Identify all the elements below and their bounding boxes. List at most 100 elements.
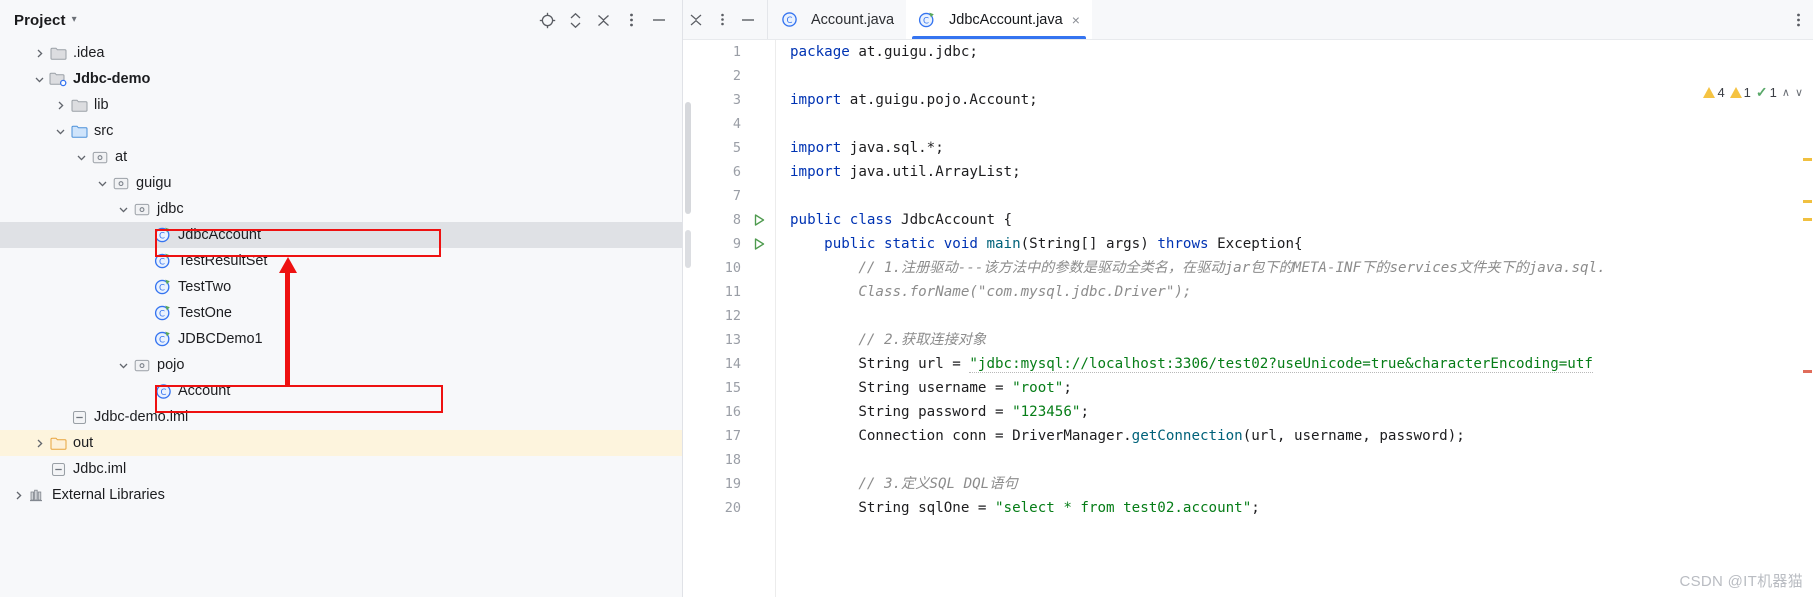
tree-item-guigu[interactable]: guigu xyxy=(0,170,682,196)
tree-item-pojo[interactable]: pojo xyxy=(0,352,682,378)
tree-item-jdbc-demo[interactable]: Jdbc-demo xyxy=(0,66,682,92)
chevron-right-icon[interactable] xyxy=(33,47,46,60)
tree-item-label: TestResultSet xyxy=(178,253,268,269)
code-line[interactable]: // 1.注册驱动---该方法中的参数是驱动全类名，在驱动jar包下的META-… xyxy=(790,256,1813,280)
class-icon: C xyxy=(154,382,172,400)
project-tree[interactable]: .idea Jdbc-demo lib src at guigu jdbc C JdbcAcco… xyxy=(0,40,682,597)
code-line[interactable] xyxy=(790,64,1813,88)
editor-tab-account-java[interactable]: C Account.java xyxy=(768,0,906,39)
tree-item-lib[interactable]: lib xyxy=(0,92,682,118)
code-line[interactable]: import at.guigu.pojo.Account; xyxy=(790,88,1813,112)
gutter-blank xyxy=(747,496,771,520)
code-line[interactable]: String username = "root"; xyxy=(790,376,1813,400)
tree-item-external-libraries[interactable]: External Libraries xyxy=(0,482,682,508)
chevron-down-icon[interactable] xyxy=(117,203,130,216)
code-token: Class.forName("com.mysql.jdbc.Driver"); xyxy=(790,284,1192,300)
expand-collapse-icon[interactable] xyxy=(562,7,588,33)
chevron-down-icon[interactable]: ▾ xyxy=(72,15,77,25)
close-icon[interactable]: × xyxy=(1072,13,1080,27)
minimize-icon[interactable] xyxy=(735,7,761,33)
gutter-blank xyxy=(747,184,771,208)
svg-text:C: C xyxy=(159,284,165,294)
code-line[interactable]: public static void main(String[] args) t… xyxy=(790,232,1813,256)
run-line-icon[interactable] xyxy=(747,208,771,232)
code-line[interactable] xyxy=(790,184,1813,208)
code-token: Exception{ xyxy=(1217,236,1303,252)
code-line[interactable]: String password = "123456"; xyxy=(790,400,1813,424)
next-problem-icon[interactable]: ∨ xyxy=(1795,86,1803,99)
tree-item-jdbc-iml[interactable]: Jdbc.iml xyxy=(0,456,682,482)
code-line[interactable]: public class JdbcAccount { xyxy=(790,208,1813,232)
code-line[interactable] xyxy=(790,112,1813,136)
gutter-blank xyxy=(747,280,771,304)
locate-target-icon[interactable] xyxy=(534,7,560,33)
code-line[interactable]: import java.sql.*; xyxy=(790,136,1813,160)
prev-problem-icon[interactable]: ∧ xyxy=(1782,86,1790,99)
tree-item-jdbcaccount[interactable]: C JdbcAccount xyxy=(0,222,682,248)
code-line[interactable]: // 2.获取连接对象 xyxy=(790,328,1813,352)
chevron-right-icon[interactable] xyxy=(12,489,25,502)
code-token: "jdbc:mysql://localhost:3306/test02?useU… xyxy=(969,356,1593,373)
project-tool-window: Project ▾ .idea Jdbc-demo lib src at guigu jdb… xyxy=(0,0,683,597)
editor-tab-jdbcaccount-java[interactable]: C JdbcAccount.java × xyxy=(906,0,1092,39)
code-line[interactable]: Connection conn = DriverManager.getConne… xyxy=(790,424,1813,448)
chevron-right-icon[interactable] xyxy=(33,437,46,450)
code-editor[interactable]: 1 2 3 4 5 6 7 8 9 10 11 12 13 14 15 16 17 18 19 20 package … xyxy=(683,40,1813,597)
code-line[interactable]: String sqlOne = "select * from test02.ac… xyxy=(790,496,1813,520)
chevron-down-icon[interactable] xyxy=(75,151,88,164)
minimize-icon[interactable] xyxy=(646,7,672,33)
gutter-blank xyxy=(747,352,771,376)
tree-item-jdbcdemo1[interactable]: C JDBCDemo1 xyxy=(0,326,682,352)
tree-item-out[interactable]: out xyxy=(0,430,682,456)
code-token: ; xyxy=(1063,380,1072,396)
code-line[interactable] xyxy=(790,448,1813,472)
run-line-icon[interactable] xyxy=(747,232,771,256)
breakpoint-gutter[interactable] xyxy=(683,40,695,597)
class-icon: C xyxy=(780,11,798,29)
tree-item-testresultset[interactable]: C TestResultSet xyxy=(0,248,682,274)
gutter-blank xyxy=(747,304,771,328)
chevron-down-icon[interactable] xyxy=(33,73,46,86)
tree-item-account[interactable]: C Account xyxy=(0,378,682,404)
code-line[interactable]: import java.util.ArrayList; xyxy=(790,160,1813,184)
ok-badge[interactable]: ✓ 1 xyxy=(1756,84,1777,101)
chevron-down-icon[interactable] xyxy=(117,359,130,372)
tree-item-testone[interactable]: C TestOne xyxy=(0,300,682,326)
tree-item-jdbc-demo-iml[interactable]: Jdbc-demo.iml xyxy=(0,404,682,430)
more-icon[interactable] xyxy=(709,7,735,33)
code-line[interactable] xyxy=(790,304,1813,328)
libraries-icon xyxy=(28,486,46,504)
run-gutter[interactable] xyxy=(747,40,771,597)
chevron-down-icon[interactable] xyxy=(54,125,67,138)
code-token: getConnection xyxy=(1131,428,1243,444)
code-line[interactable]: String url = "jdbc:mysql://localhost:330… xyxy=(790,352,1813,376)
warning-badge[interactable]: 4 xyxy=(1703,85,1725,100)
chevron-down-icon[interactable] xyxy=(96,177,109,190)
editor-tabbar: C Account.java C JdbcAccount.java × xyxy=(683,0,1813,40)
chevron-right-icon[interactable] xyxy=(54,99,67,112)
tree-item-at[interactable]: at xyxy=(0,144,682,170)
code-content[interactable]: package at.guigu.jdbc; import at.guigu.po… xyxy=(776,40,1813,597)
collapse-icon[interactable] xyxy=(683,7,709,33)
gutter-blank xyxy=(747,136,771,160)
code-line[interactable]: // 3.定义SQL DQL语句 xyxy=(790,472,1813,496)
tree-item-testtwo[interactable]: C TestTwo xyxy=(0,274,682,300)
code-token: ; xyxy=(1080,404,1089,420)
tree-item-jdbc[interactable]: jdbc xyxy=(0,196,682,222)
more-options-icon[interactable] xyxy=(618,7,644,33)
tree-item-label: Jdbc.iml xyxy=(73,461,127,477)
gutter-blank xyxy=(747,64,771,88)
code-line[interactable]: // Class.forName("com.mysql.jdbc.Driver"… xyxy=(790,280,1813,304)
collapse-all-icon[interactable] xyxy=(590,7,616,33)
code-line[interactable]: package at.guigu.jdbc; xyxy=(790,40,1813,64)
tree-item-src[interactable]: src xyxy=(0,118,682,144)
tree-item-label: JdbcAccount xyxy=(178,227,262,243)
weak-warning-icon xyxy=(1729,87,1742,98)
editor-options-icon[interactable] xyxy=(1783,0,1813,39)
runnable-class-icon: C xyxy=(154,278,172,296)
tree-item--idea[interactable]: .idea xyxy=(0,40,682,66)
weak-warning-badge[interactable]: 1 xyxy=(1729,85,1751,100)
line-number: 16 xyxy=(724,404,741,420)
inspection-widget[interactable]: 4 1 ✓ 1 ∧ ∨ xyxy=(1703,84,1803,101)
